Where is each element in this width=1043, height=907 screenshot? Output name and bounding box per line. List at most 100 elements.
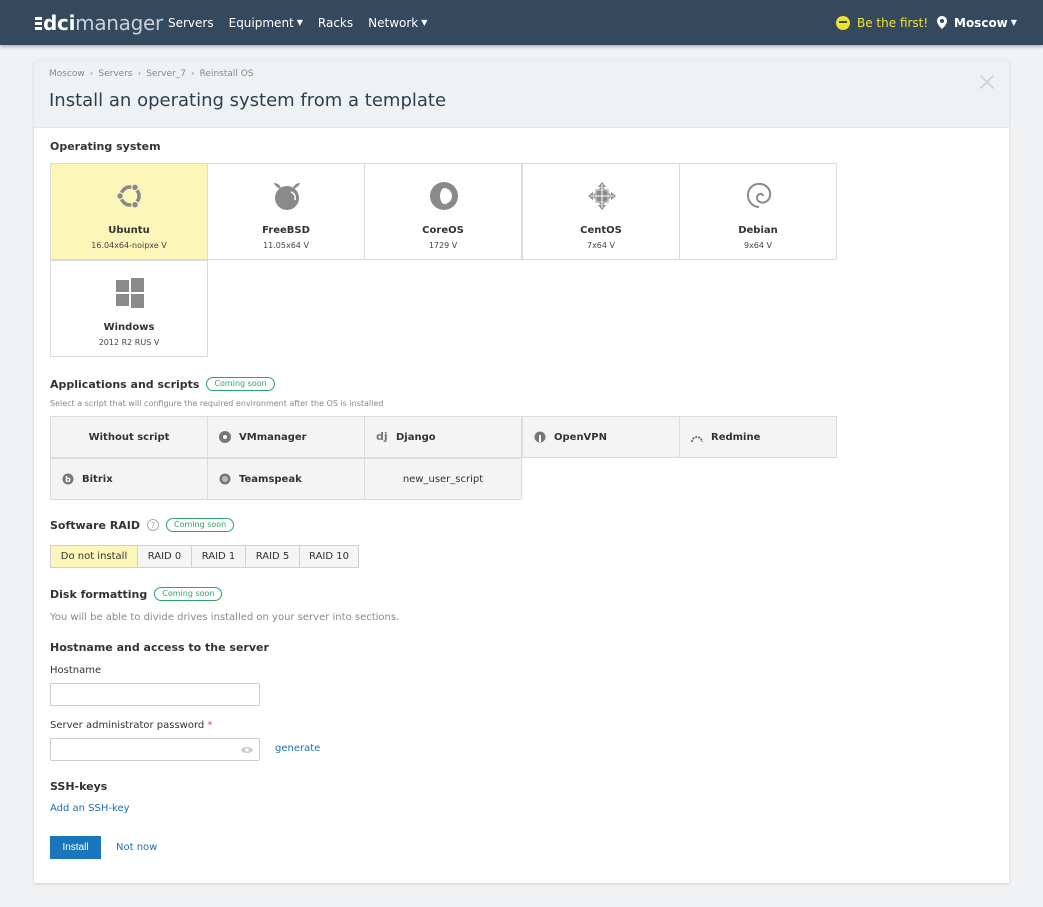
os-tile-ubuntu[interactable]: Ubuntu 16.04x64-noipxe V bbox=[50, 163, 208, 260]
hostname-label: Hostname bbox=[50, 665, 102, 676]
script-django[interactable]: dj Django bbox=[364, 416, 522, 458]
nav-servers[interactable]: Servers bbox=[168, 16, 214, 30]
centos-icon bbox=[588, 182, 616, 210]
os-name: CoreOS bbox=[422, 225, 464, 236]
breadcrumb-separator: › bbox=[137, 69, 142, 79]
os-name: Debian bbox=[738, 225, 778, 236]
os-tile-centos[interactable]: CentOS 7x64 V bbox=[522, 163, 680, 260]
bee-icon bbox=[836, 15, 850, 30]
chevron-down-icon: ▼ bbox=[296, 18, 303, 27]
script-label: Django bbox=[396, 431, 436, 443]
script-without[interactable]: Without script bbox=[50, 416, 208, 458]
raid-option-5[interactable]: RAID 5 bbox=[246, 546, 300, 567]
freebsd-icon bbox=[274, 183, 300, 210]
chevron-down-icon: ▼ bbox=[1010, 18, 1017, 27]
os-version: 2012 R2 RUS V bbox=[98, 338, 160, 347]
logo-mark-icon bbox=[35, 16, 42, 31]
script-label: new_user_script bbox=[402, 473, 484, 485]
os-tile-debian[interactable]: Debian 9x64 V bbox=[679, 163, 837, 260]
raid-selector: Do not install RAID 0 RAID 1 RAID 5 RAID… bbox=[50, 545, 359, 568]
script-label: Bitrix bbox=[82, 473, 113, 485]
os-version: 9x64 V bbox=[743, 241, 773, 250]
os-tile-coreos[interactable]: CoreOS 1729 V bbox=[364, 163, 522, 260]
svg-text:b: b bbox=[65, 475, 71, 484]
ubuntu-icon bbox=[116, 183, 141, 209]
raid-option-0[interactable]: RAID 0 bbox=[138, 546, 192, 567]
script-label: Redmine bbox=[711, 431, 761, 443]
logo-text-suffix: manager bbox=[75, 11, 163, 35]
apps-section-title: Applications and scripts Coming soon bbox=[50, 377, 275, 391]
raid-option-10[interactable]: RAID 10 bbox=[300, 546, 358, 567]
install-os-card: Moscow › Servers › Server_7 › Reinstall … bbox=[34, 61, 1009, 883]
script-redmine[interactable]: Redmine bbox=[679, 416, 837, 458]
vmmanager-icon bbox=[219, 431, 231, 443]
breadcrumb-servers[interactable]: Servers bbox=[98, 69, 132, 79]
os-name: Ubuntu bbox=[108, 225, 150, 236]
card-header: Moscow › Servers › Server_7 › Reinstall … bbox=[34, 61, 1009, 128]
script-bitrix[interactable]: b Bitrix bbox=[50, 458, 208, 500]
script-teamspeak[interactable]: Teamspeak bbox=[207, 458, 365, 500]
os-tile-freebsd[interactable]: FreeBSD 11.05x64 V bbox=[207, 163, 365, 260]
os-name: FreeBSD bbox=[262, 225, 310, 236]
nav-equipment[interactable]: Equipment ▼ bbox=[229, 16, 303, 30]
password-input[interactable] bbox=[50, 738, 260, 761]
os-tile-windows[interactable]: Windows 2012 R2 RUS V bbox=[50, 260, 208, 357]
promo-link[interactable]: Be the first! bbox=[836, 0, 928, 45]
generate-password-link[interactable]: generate bbox=[275, 743, 320, 754]
raid-section-title: Software RAID ? Coming soon bbox=[50, 518, 235, 532]
install-button[interactable]: Install bbox=[50, 836, 101, 859]
main-nav: Servers Equipment ▼ Racks Network ▼ bbox=[168, 0, 442, 45]
os-version: 7x64 V bbox=[586, 241, 616, 250]
os-name: Windows bbox=[103, 322, 155, 333]
teamspeak-icon bbox=[219, 473, 231, 485]
location-selector[interactable]: Moscow ▼ bbox=[937, 0, 1017, 45]
breadcrumb-server[interactable]: Server_7 bbox=[146, 69, 186, 79]
help-icon[interactable]: ? bbox=[147, 519, 160, 531]
location-pin-icon bbox=[937, 16, 947, 29]
script-label: Without script bbox=[88, 431, 170, 443]
page-title: Install an operating system from a templ… bbox=[49, 90, 447, 111]
os-version: 11.05x64 V bbox=[263, 241, 309, 250]
top-navbar: dci manager Servers Equipment ▼ Racks Netw… bbox=[0, 0, 1043, 45]
disk-section-text: You will be able to divide drives instal… bbox=[50, 612, 400, 623]
add-ssh-key-link[interactable]: Add an SSH-key bbox=[50, 803, 130, 814]
ssh-section-title: SSH-keys bbox=[50, 780, 108, 793]
script-label: VMmanager bbox=[239, 431, 307, 443]
disk-section-title: Disk formatting Coming soon bbox=[50, 587, 223, 601]
os-name: CentOS bbox=[580, 225, 622, 236]
windows-icon bbox=[116, 278, 144, 308]
openvpn-icon bbox=[534, 431, 546, 443]
coming-soon-badge: Coming soon bbox=[166, 518, 235, 532]
os-version: 1729 V bbox=[428, 241, 458, 250]
access-section-title: Hostname and access to the server bbox=[50, 641, 269, 654]
hostname-input[interactable] bbox=[50, 683, 260, 706]
logo-text-prefix: dci bbox=[43, 11, 76, 35]
breadcrumb-separator: › bbox=[89, 69, 94, 79]
redmine-icon bbox=[691, 436, 703, 443]
script-label: Teamspeak bbox=[239, 473, 302, 485]
breadcrumb: Moscow › Servers › Server_7 › Reinstall … bbox=[49, 69, 254, 79]
chevron-down-icon: ▼ bbox=[421, 18, 428, 27]
script-label: OpenVPN bbox=[554, 431, 607, 443]
not-now-link[interactable]: Not now bbox=[116, 842, 157, 853]
script-vmmanager[interactable]: VMmanager bbox=[207, 416, 365, 458]
script-openvpn[interactable]: OpenVPN bbox=[522, 416, 680, 458]
os-section-title: Operating system bbox=[50, 140, 161, 153]
password-label: Server administrator password * bbox=[50, 720, 213, 731]
raid-option-none[interactable]: Do not install bbox=[51, 546, 138, 567]
location-label: Moscow bbox=[954, 15, 1008, 30]
apps-hint: Select a script that will configure the … bbox=[50, 399, 384, 408]
breadcrumb-moscow[interactable]: Moscow bbox=[49, 69, 85, 79]
script-new-user[interactable]: new_user_script bbox=[364, 458, 522, 500]
coming-soon-badge: Coming soon bbox=[154, 587, 223, 601]
dcimanager-logo[interactable]: dci manager bbox=[35, 11, 163, 35]
nav-network[interactable]: Network ▼ bbox=[368, 16, 427, 30]
breadcrumb-current: Reinstall OS bbox=[199, 69, 254, 79]
close-icon[interactable] bbox=[978, 73, 996, 91]
nav-racks[interactable]: Racks bbox=[318, 16, 353, 30]
raid-option-1[interactable]: RAID 1 bbox=[192, 546, 246, 567]
promo-label: Be the first! bbox=[857, 15, 929, 30]
coreos-icon bbox=[430, 182, 458, 210]
eye-icon[interactable] bbox=[241, 746, 253, 754]
bitrix-icon: b bbox=[62, 473, 74, 485]
